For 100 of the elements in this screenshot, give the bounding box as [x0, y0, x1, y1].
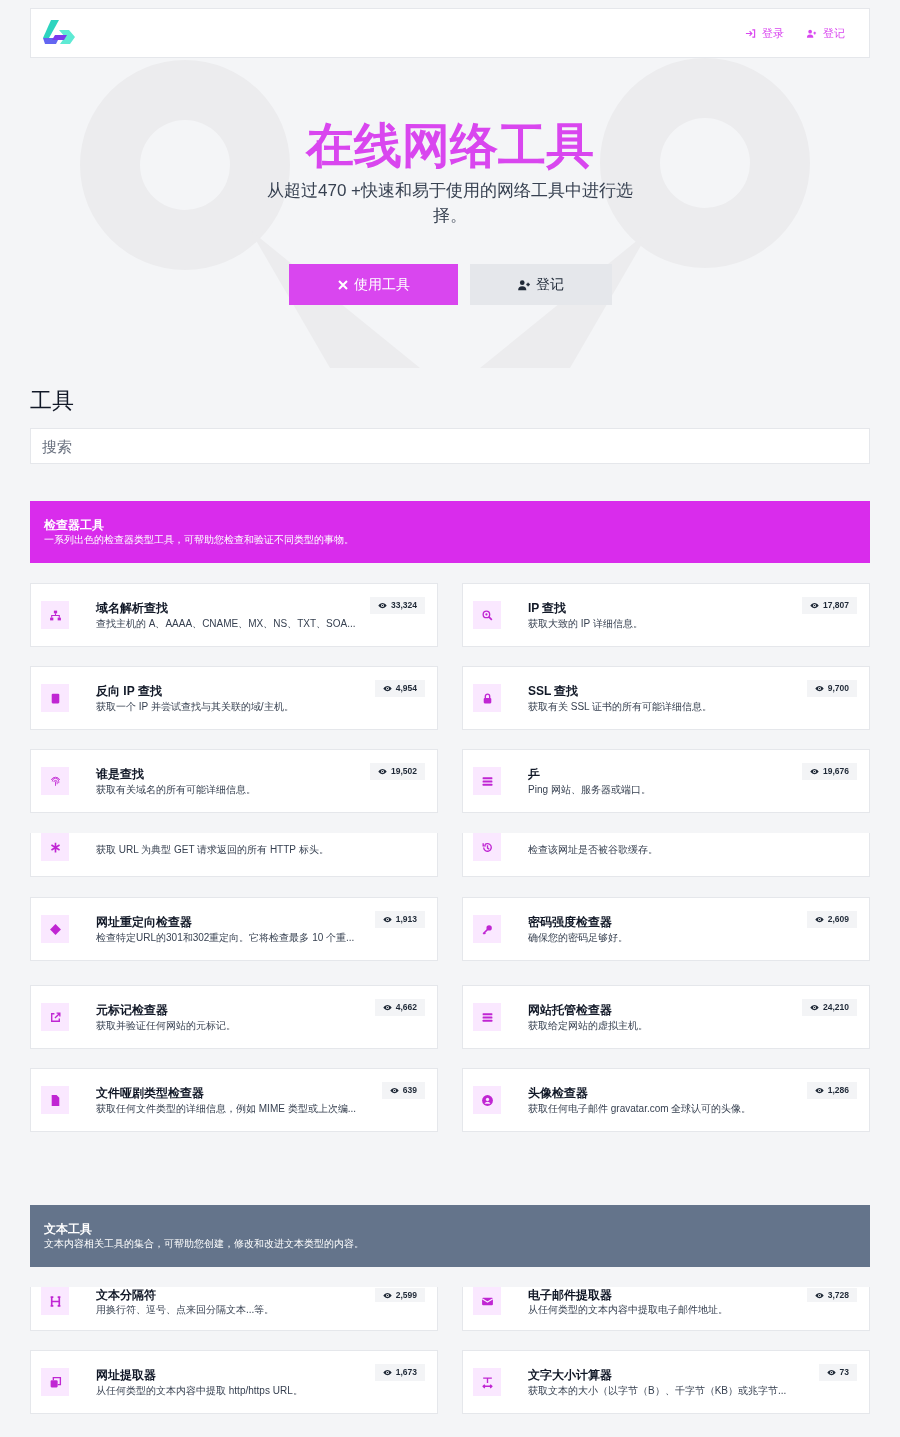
eye-icon: [814, 684, 824, 693]
hero-subtitle: 从超过470 +快速和易于使用的网络工具中进行选择。: [266, 180, 634, 227]
eye-icon: [826, 1368, 836, 1377]
history-icon: [480, 840, 494, 854]
view-count-badge: 33,324: [370, 597, 425, 614]
tool-card[interactable]: 电子邮件提取器 从任何类型的文本内容中提取电子邮件地址。 3,728: [462, 1287, 870, 1331]
tool-title: 反向 IP 查找: [96, 682, 162, 700]
tool-description: 获取并验证任何网站的元标记。: [96, 1018, 236, 1033]
tool-description: 获取 URL 为典型 GET 请求返回的所有 HTTP 标头。: [96, 843, 329, 857]
eye-icon: [382, 915, 392, 924]
tool-card[interactable]: 文字大小计算器 获取文本的大小（以字节（B）、千字节（KB）或兆字节... 73: [462, 1350, 870, 1414]
tool-description: 查找主机的 A、AAAA、CNAME、MX、NS、TXT、SOA...: [96, 616, 356, 631]
eye-icon: [378, 767, 387, 776]
tool-title: 域名解析查找: [96, 599, 168, 617]
tool-card[interactable]: 头像检查器 获取任何电子邮件 gravatar.com 全球认可的头像。 1,286: [462, 1068, 870, 1132]
category-description: 文本内容相关工具的集合，可帮助您创建，修改和改进文本类型的内容。: [44, 1237, 365, 1251]
view-count-badge: 19,676: [802, 763, 857, 780]
heading-icon: [48, 1294, 62, 1308]
eye-icon: [810, 1003, 819, 1012]
tool-title: 乒: [528, 765, 540, 783]
tool-description: 检查特定URL的301和302重定向。它将检查最多 10 个重...: [96, 930, 355, 945]
tool-title: 文本分隔符: [96, 1287, 156, 1303]
category-title: 检查器工具: [44, 517, 105, 533]
tool-description: 检查该网址是否被谷歌缓存。: [528, 843, 658, 857]
tool-description: 从任何类型的文本内容中提取电子邮件地址。: [528, 1303, 728, 1317]
tool-card[interactable]: 检查该网址是否被谷歌缓存。: [462, 833, 870, 877]
tool-card[interactable]: 网址提取器 从任何类型的文本内容中提取 http/https URL。 1,673: [30, 1350, 438, 1414]
tool-title: 谁是查找: [96, 765, 144, 783]
view-count-badge: 1,673: [374, 1364, 425, 1381]
text-height-icon: [480, 1375, 494, 1389]
tool-card[interactable]: 网址重定向检查器 检查特定URL的301和302重定向。它将检查最多 10 个重... 1,913: [30, 897, 438, 961]
tool-description: 获取任何电子邮件 gravatar.com 全球认可的头像。: [528, 1101, 752, 1116]
nav-link[interactable]: 登录: [745, 24, 784, 42]
user-plus-icon: [806, 27, 817, 39]
login-icon: [745, 27, 756, 39]
hero-title: 在线网络工具: [306, 118, 594, 174]
sitemap-icon: [48, 608, 62, 622]
tool-card[interactable]: 元标记检查器 获取并验证任何网站的元标记。 4,662: [30, 985, 438, 1049]
eye-icon: [382, 1290, 392, 1300]
eye-icon: [814, 915, 824, 924]
eye-icon: [382, 684, 392, 693]
section-heading: 工具: [30, 387, 75, 415]
tool-card[interactable]: 谁是查找 获取有关域名的所有可能详细信息。 19,502: [30, 749, 438, 813]
tool-card[interactable]: 文件哑剧类型检查器 获取任何文件类型的详细信息，例如 MIME 类型或上次编... 639: [30, 1068, 438, 1132]
tool-description: 从任何类型的文本内容中提取 http/https URL。: [96, 1383, 303, 1398]
tool-description: 获取给定网站的虚拟主机。: [528, 1018, 648, 1033]
category-title: 文本工具: [44, 1221, 93, 1237]
hero-button[interactable]: 登记: [469, 264, 612, 305]
view-count-badge: 73: [818, 1364, 857, 1381]
eye-icon: [382, 1003, 392, 1012]
eye-icon: [814, 1290, 824, 1300]
tool-description: Ping 网站、服务器或端口。: [528, 782, 651, 797]
tool-card[interactable]: 文本分隔符 用换行符、逗号、点来回分隔文本...等。 2,599: [30, 1287, 438, 1331]
copy-icon: [48, 1375, 62, 1389]
view-count-badge: 4,662: [374, 999, 425, 1016]
view-count-badge: 2,599: [374, 1288, 425, 1302]
tool-card[interactable]: 反向 IP 查找 获取一个 IP 并尝试查找与其关联的域/主机。 4,954: [30, 666, 438, 730]
tool-card[interactable]: IP 查找 获取大致的 IP 详细信息。 17,807: [462, 583, 870, 647]
fingerprint-icon: [48, 774, 62, 788]
tool-description: 获取有关 SSL 证书的所有可能详细信息。: [528, 699, 713, 714]
tool-card[interactable]: 乒 Ping 网站、服务器或端口。 19,676: [462, 749, 870, 813]
tool-title: 文字大小计算器: [528, 1366, 612, 1384]
eye-icon: [810, 601, 819, 610]
tool-description: 确保您的密码足够好。: [528, 930, 628, 945]
tool-card[interactable]: 网站托管检查器 获取给定网站的虚拟主机。 24,210: [462, 985, 870, 1049]
tool-description: 用换行符、逗号、点来回分隔文本...等。: [96, 1303, 275, 1317]
external-link-icon: [48, 1010, 62, 1024]
tools-icon: [336, 278, 349, 291]
view-count-badge: 1,913: [374, 911, 425, 928]
server-icon: [480, 1010, 494, 1024]
view-count-badge: 2,609: [806, 911, 857, 928]
search-field[interactable]: 搜索: [30, 428, 870, 464]
tool-card[interactable]: 获取 URL 为典型 GET 请求返回的所有 HTTP 标头。: [30, 833, 438, 877]
nav-link[interactable]: 登记: [806, 24, 845, 42]
user-circle-icon: [480, 1093, 494, 1107]
tool-card[interactable]: 域名解析查找 查找主机的 A、AAAA、CNAME、MX、NS、TXT、SOA... 33,324: [30, 583, 438, 647]
tool-description: 获取大致的 IP 详细信息。: [528, 616, 643, 631]
category-description: 一系列出色的检查器类型工具，可帮助您检查和验证不同类型的事物。: [44, 533, 355, 547]
view-count-badge: 3,728: [806, 1288, 857, 1302]
tool-description: 获取文本的大小（以字节（B）、千字节（KB）或兆字节...: [528, 1383, 787, 1398]
tool-title: 元标记检查器: [96, 1001, 168, 1019]
eye-icon: [814, 1086, 824, 1095]
asterisk-icon: [48, 840, 62, 854]
tool-description: 获取任何文件类型的详细信息，例如 MIME 类型或上次编...: [96, 1101, 356, 1116]
tool-title: IP 查找: [528, 599, 567, 617]
tool-title: 网站托管检查器: [528, 1001, 612, 1019]
eye-icon: [389, 1086, 399, 1095]
view-count-badge: 4,954: [374, 680, 425, 697]
view-count-badge: 24,210: [802, 999, 857, 1016]
tool-title: 电子邮件提取器: [528, 1287, 612, 1303]
user-plus-icon: [517, 277, 531, 292]
tool-description: 获取一个 IP 并尝试查找与其关联的域/主机。: [96, 699, 294, 714]
tool-title: SSL 查找: [528, 682, 579, 700]
eye-icon: [810, 767, 819, 776]
tool-card[interactable]: SSL 查找 获取有关 SSL 证书的所有可能详细信息。 9,700: [462, 666, 870, 730]
tool-card[interactable]: 密码强度检查器 确保您的密码足够好。 2,609: [462, 897, 870, 961]
key-icon: [480, 922, 494, 936]
server-icon: [480, 774, 494, 788]
tool-title: 网址重定向检查器: [96, 913, 192, 931]
view-count-badge: 19,502: [370, 763, 425, 780]
